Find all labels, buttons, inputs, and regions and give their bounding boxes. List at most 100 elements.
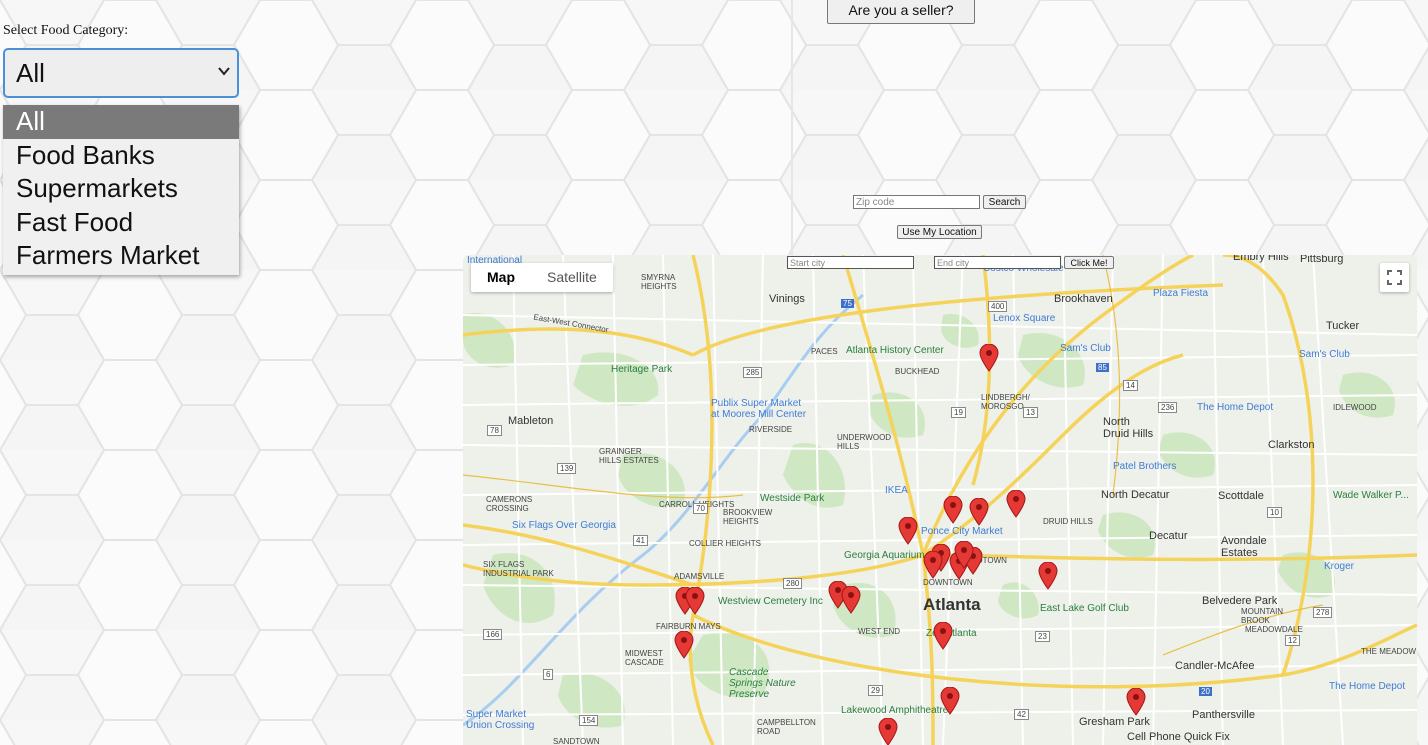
fullscreen-button[interactable] (1380, 263, 1409, 292)
map-label: The Home Depot (1329, 681, 1406, 692)
map-label: Kroger (1324, 561, 1355, 572)
map-label: Westview Cemetery Inc (718, 596, 823, 607)
map-label: North Decatur (1101, 489, 1170, 501)
map-marker-pin-icon[interactable] (1126, 688, 1146, 716)
map-label: Embry Hills (1233, 255, 1289, 263)
click-me-button[interactable]: Click Me! (1064, 256, 1114, 269)
map-label: IKEA (885, 485, 908, 496)
road-shield: 154 (579, 715, 599, 726)
map-label: Six Flags Over Georgia (512, 520, 616, 531)
map-label: BROOKVIEW HEIGHTS (723, 508, 773, 526)
map-label: Scottdale (1218, 490, 1264, 502)
map-label: Lenox Square (993, 313, 1056, 324)
road-shield: 75 (841, 299, 854, 308)
category-selected-value: All (16, 57, 45, 88)
category-option[interactable]: All (3, 105, 239, 139)
road-shield: 41 (633, 535, 648, 546)
zip-code-input[interactable] (853, 195, 980, 209)
map-view[interactable]: Map Satellite International SMYRNA HEIGH… (463, 255, 1417, 745)
road-shield: 85 (1096, 363, 1109, 372)
road-shield: 19 (951, 407, 966, 418)
map-marker-pin-icon[interactable] (674, 631, 694, 659)
category-option[interactable]: Farmers Market (3, 239, 239, 273)
category-option[interactable]: Supermarkets (3, 172, 239, 206)
map-label: MEADOWDALE (1245, 625, 1303, 634)
map-label: WEST END (858, 627, 901, 636)
map-label: DRUID HILLS (1043, 517, 1093, 526)
category-option[interactable]: Food Banks (3, 139, 239, 173)
map-label: Clarkston (1268, 439, 1315, 451)
road-shield: 70 (693, 503, 708, 514)
map-marker-pin-icon[interactable] (898, 517, 918, 545)
map-marker-pin-icon[interactable] (923, 551, 943, 579)
map-label: Publix Super Market at Moores Mill Cente… (711, 398, 807, 420)
map-label: Mableton (508, 415, 554, 427)
map-label: THE MEADOW (1361, 647, 1417, 656)
map-type-satellite-button[interactable]: Satellite (531, 263, 613, 292)
map-label: Avondale Estates (1221, 535, 1267, 559)
map-marker-pin-icon[interactable] (943, 496, 963, 524)
map-label: RIVERSIDE (749, 425, 793, 434)
map-label: Westside Park (760, 493, 825, 504)
end-city-input[interactable] (934, 256, 1061, 269)
road-shield: 285 (743, 367, 763, 378)
map-label: Belvedere Park (1202, 595, 1278, 607)
map-label: Super Market Union Crossing (466, 709, 535, 731)
map-marker-pin-icon[interactable] (933, 622, 953, 650)
map-label: East Lake Golf Club (1040, 603, 1129, 614)
road-shield: 20 (1199, 687, 1212, 696)
map-marker-pin-icon[interactable] (979, 344, 999, 372)
road-shield: 280 (783, 578, 803, 589)
search-button[interactable]: Search (983, 195, 1026, 209)
road-shield: 14 (1123, 380, 1138, 391)
map-label: Panthersville (1192, 709, 1255, 721)
road-shield: 166 (483, 629, 503, 640)
map-marker-pin-icon[interactable] (841, 586, 861, 614)
map-type-map-button[interactable]: Map (471, 263, 531, 292)
map-label: ADAMSVILLE (674, 572, 725, 581)
road-shield: 236 (1158, 402, 1178, 413)
map-label: Gresham Park (1079, 716, 1150, 728)
category-select[interactable]: All (3, 48, 239, 98)
start-city-input[interactable] (787, 256, 914, 269)
map-label: The Home Depot (1197, 402, 1274, 413)
map-label: MOUNTAIN BROOK (1241, 607, 1284, 625)
map-label: PACES (811, 347, 838, 356)
road-shield: 42 (1014, 709, 1029, 720)
chevron-down-icon (218, 67, 230, 76)
map-label: Candler-McAfee (1175, 660, 1255, 672)
road-shield: 13 (1023, 407, 1038, 418)
map-marker-pin-icon[interactable] (1006, 490, 1026, 518)
category-option[interactable]: Fast Food (3, 206, 239, 240)
map-label: Cascade Springs Nature Preserve (729, 667, 796, 700)
map-label: Ponce City Market (921, 526, 1003, 537)
map-label: SIX FLAGS INDUSTRIAL PARK (483, 560, 554, 578)
map-marker-pin-icon[interactable] (954, 541, 974, 569)
map-city-atlanta: Atlanta (923, 595, 981, 614)
map-label: Pittsburg (1300, 255, 1344, 265)
map-marker-pin-icon[interactable] (969, 498, 989, 526)
map-label: Atlanta History Center (846, 345, 944, 356)
map-label: Sam's Club (1299, 349, 1350, 360)
road-shield: 10 (1267, 507, 1282, 518)
seller-button[interactable]: Are you a seller? (827, 0, 975, 24)
map-label: Heritage Park (611, 364, 673, 375)
map-marker-pin-icon[interactable] (685, 587, 705, 615)
road-shield: 23 (1035, 631, 1050, 642)
map-marker-pin-icon[interactable] (878, 718, 898, 745)
map-label: Tucker (1326, 320, 1360, 332)
map-label: CAMPBELLTON ROAD (757, 718, 816, 736)
map-label: FAIRBURN MAYS (656, 622, 721, 631)
map-label: Lakewood Amphitheatre (841, 705, 949, 716)
road-shield: 12 (1285, 635, 1300, 646)
map-marker-pin-icon[interactable] (1038, 562, 1058, 590)
map-label: Brookhaven (1054, 293, 1113, 305)
map-label: Patel Brothers (1113, 461, 1177, 472)
map-label: SANDTOWN (553, 737, 600, 745)
map-label: BUCKHEAD (895, 367, 940, 376)
map-label: Plaza Fiesta (1153, 288, 1209, 299)
road-shield: 6 (543, 669, 554, 680)
use-my-location-button[interactable]: Use My Location (897, 225, 982, 239)
map-marker-pin-icon[interactable] (940, 687, 960, 715)
map-label: SMYRNA HEIGHTS (641, 273, 677, 291)
